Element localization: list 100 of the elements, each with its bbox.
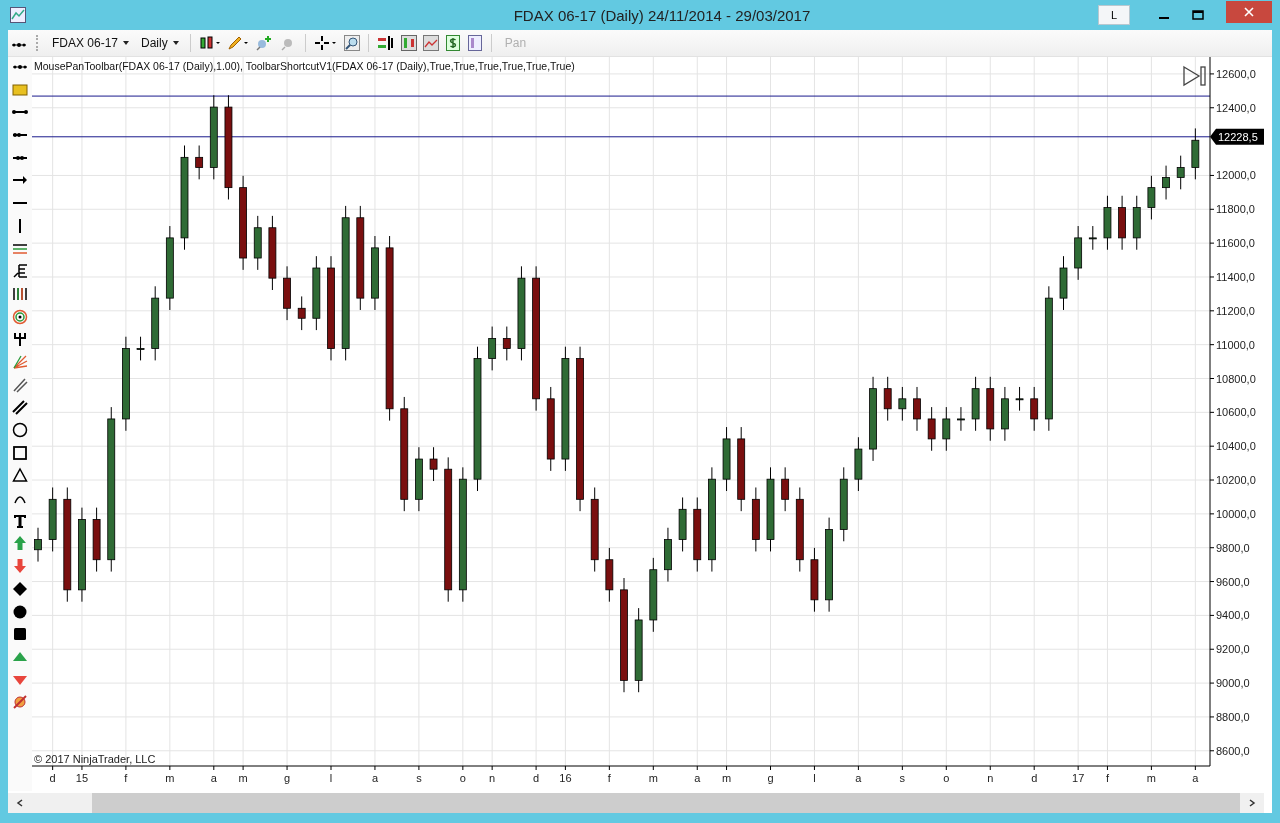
scroll-to-end-icon[interactable] — [1183, 65, 1206, 87]
candlestick — [883, 376, 892, 422]
ref-line-label: 12228,5 — [1218, 130, 1258, 143]
price-label: 10400,0 — [1216, 440, 1256, 453]
triangle-icon[interactable] — [12, 467, 28, 484]
date-label: d — [533, 772, 540, 784]
parallel-lines-icon[interactable] — [12, 399, 28, 416]
price-label: 10800,0 — [1216, 372, 1256, 385]
vertical-lines-icon[interactable] — [12, 285, 28, 302]
square-icon[interactable] — [12, 444, 28, 461]
candlestick — [781, 466, 790, 512]
candlestick — [1074, 225, 1083, 281]
instrument-dropdown[interactable]: FDAX 06-17 — [48, 34, 134, 52]
interval-dropdown[interactable]: Daily — [137, 34, 183, 52]
price-label: 9200,0 — [1216, 643, 1250, 656]
pin-add-icon[interactable] — [254, 35, 273, 51]
candlestick — [283, 265, 291, 321]
ruler-icon[interactable] — [12, 81, 28, 98]
date-label: n — [987, 772, 994, 784]
candlestick — [1030, 386, 1039, 432]
date-label: a — [1192, 772, 1199, 784]
candlestick — [136, 336, 145, 361]
zoom-icon[interactable] — [343, 35, 360, 51]
price-label: 11200,0 — [1216, 304, 1255, 317]
close-icon[interactable] — [1244, 7, 1254, 17]
square-marker-icon[interactable] — [12, 626, 28, 643]
window-title: FDAX 06-17 (Daily) 24/11/2014 - 29/03/2017 — [512, 6, 812, 24]
price-label: 11400,0 — [1216, 271, 1255, 283]
price-label: 12000,0 — [1216, 169, 1256, 182]
diagonal-lines-icon[interactable] — [12, 376, 28, 393]
candlestick — [1162, 165, 1170, 200]
candlestick — [854, 436, 863, 492]
toolbar-grip[interactable] — [36, 35, 40, 51]
candlestick — [1191, 127, 1200, 180]
fan-lines-icon[interactable] — [12, 353, 28, 370]
candlestick — [927, 406, 936, 452]
arrow-up-icon[interactable] — [12, 535, 28, 552]
text-tool-icon[interactable] — [12, 512, 28, 529]
candlestick — [942, 406, 951, 452]
dollar-icon[interactable] — [444, 35, 461, 51]
scroll-left-icon[interactable] — [16, 799, 24, 807]
fibonacci-icon[interactable] — [12, 263, 28, 280]
crosshair-icon[interactable] — [313, 35, 338, 51]
candlestick — [957, 406, 965, 432]
price-label: 10000,0 — [1216, 507, 1256, 520]
candlestick-icon[interactable] — [198, 35, 221, 51]
scroll-right-icon[interactable] — [1248, 799, 1256, 807]
candlestick — [898, 386, 907, 422]
diamond-icon[interactable] — [12, 580, 28, 597]
date-label: s — [899, 772, 906, 784]
price-label: 9600,0 — [1216, 575, 1250, 588]
date-label: m — [721, 772, 732, 784]
candlestick — [297, 295, 306, 331]
candlestick — [1015, 386, 1024, 412]
horizontal-line[interactable] — [32, 136, 1211, 138]
candlestick — [1001, 386, 1009, 442]
price-label: 12600,0 — [1216, 67, 1256, 80]
target-circles-icon[interactable] — [12, 308, 28, 325]
candlestick — [1103, 195, 1112, 251]
candlestick — [488, 326, 497, 371]
candlestick — [810, 547, 819, 613]
line-chart-icon[interactable] — [422, 35, 439, 51]
date-label: m — [165, 772, 175, 784]
maximize-icon[interactable] — [1192, 9, 1204, 21]
candlestick — [971, 376, 980, 432]
candlestick — [195, 145, 204, 180]
date-label: l — [329, 772, 333, 784]
eraser-icon[interactable] — [12, 694, 28, 711]
link-button[interactable]: L — [1098, 5, 1130, 25]
date-label: a — [371, 772, 378, 784]
pencil-icon[interactable] — [226, 35, 249, 51]
data-box-icon[interactable] — [466, 35, 483, 51]
order-lines-icon[interactable] — [376, 35, 395, 51]
pitchfork-icon[interactable] — [12, 331, 28, 348]
date-label: a — [855, 772, 862, 784]
candlestick — [1176, 155, 1185, 190]
date-label: 17 — [1072, 772, 1085, 784]
circle-icon[interactable] — [12, 422, 28, 438]
candlestick — [678, 496, 687, 552]
price-label: 9800,0 — [1216, 541, 1250, 554]
chart-style-icon[interactable] — [400, 35, 417, 51]
date-label: f — [124, 772, 128, 784]
price-label: 8600,0 — [1216, 744, 1250, 757]
candlestick — [664, 527, 672, 583]
close-button[interactable] — [1226, 1, 1272, 23]
price-label: 10200,0 — [1216, 474, 1256, 487]
date-label: g — [284, 772, 291, 784]
date-label: f — [607, 772, 611, 784]
candlestick — [429, 446, 438, 482]
arrow-down-icon[interactable] — [12, 558, 28, 575]
chart-icon — [10, 7, 26, 23]
price-label: 10600,0 — [1216, 406, 1256, 419]
date-label: a — [694, 772, 701, 784]
date-label: g — [767, 772, 774, 784]
date-label: d — [1031, 772, 1038, 784]
date-label: m — [238, 772, 248, 784]
dot-icon[interactable] — [12, 603, 28, 620]
price-label: 11800,0 — [1216, 203, 1255, 216]
candlestick — [1059, 255, 1068, 311]
candlestick — [1147, 175, 1156, 220]
